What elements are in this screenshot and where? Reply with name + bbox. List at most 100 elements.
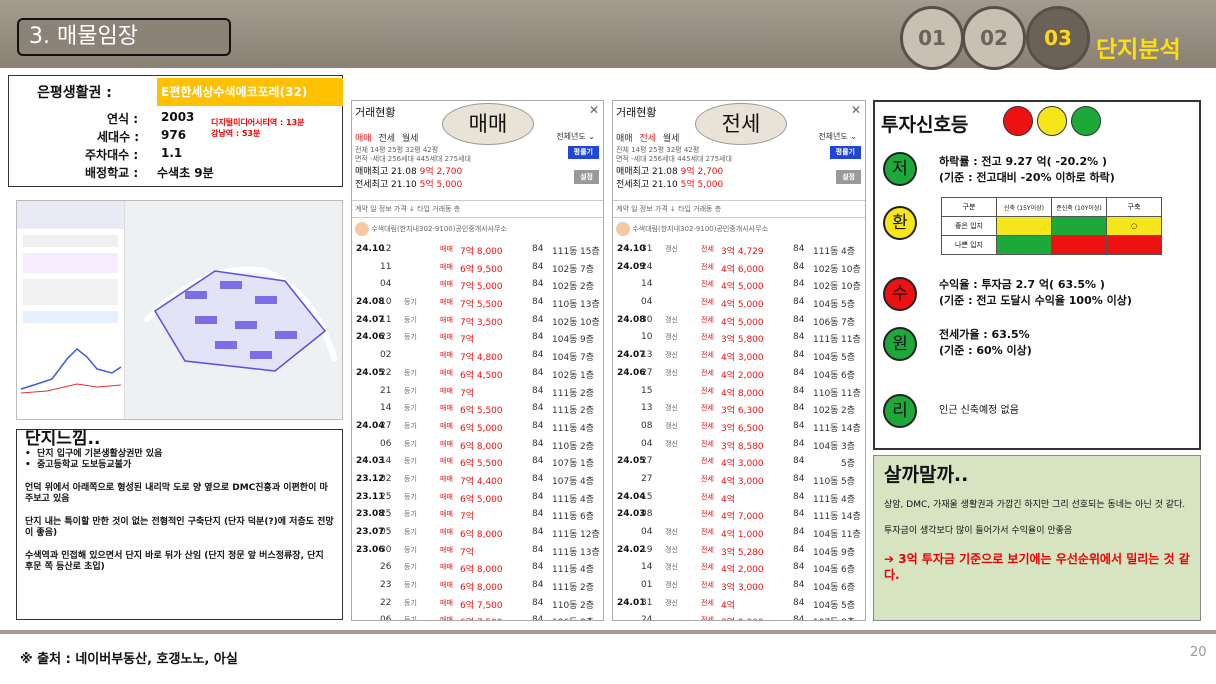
table-row[interactable]: 24.03 14 등기 매매 6억 5,500 84 107동 1층 xyxy=(352,452,603,470)
table-row[interactable]: 06 등기 매매 6억 8,000 84 110동 2층 xyxy=(352,435,603,453)
table-row[interactable]: 23.06 30 등기 매매 7억 84 111동 13층 xyxy=(352,541,603,559)
table-row[interactable]: 24 전세 3억 9,000 84 107동8층 xyxy=(613,611,865,620)
cell-t: 84 xyxy=(532,509,544,520)
table-row[interactable]: 23 등기 매매 6억 8,000 84 111동 2층 xyxy=(352,576,603,594)
table-row[interactable]: 06 등기 매매 6억 7,500 84 106동8층 xyxy=(352,611,603,620)
year-select[interactable]: 전체년도 ⌄ xyxy=(556,131,595,142)
cell-price: 6억 4,500 xyxy=(460,370,503,381)
table-row[interactable]: 10 갱신 전세 3억 5,800 84 111동 11층 xyxy=(613,328,865,346)
cell-type: 매매 xyxy=(440,563,453,572)
cell-t: 84 xyxy=(793,332,805,343)
cell-t: 84 xyxy=(532,580,544,591)
location-grid: 구분 신축 (15Y이상) 준신축 (10Y이상) 구축 좋은 입지 ○ 나쁜 입지 xyxy=(941,197,1162,255)
table-row[interactable]: 24.10 31 갱신 전세 3억 4,729 84 111동 4층 xyxy=(613,240,865,258)
tab-sale[interactable]: 매매 xyxy=(616,134,633,144)
cell-bldg: 111동 xyxy=(552,547,578,558)
table-row[interactable]: 14 등기 매매 6억 5,500 84 111동 2층 xyxy=(352,399,603,417)
cell-t: 84 xyxy=(532,279,544,290)
cell-d: 04 xyxy=(641,297,653,308)
cell-d: 21 xyxy=(380,385,392,396)
cell-d: 14 xyxy=(641,562,653,573)
settings-button[interactable]: 설정 xyxy=(574,170,599,184)
tab-sale[interactable]: 매매 xyxy=(355,134,372,144)
area-filter-button[interactable]: 평롤기 xyxy=(567,146,599,159)
complex-info-box: 은평생활권 : E편한세상수색에코포레(32) 연식 : 2003 세대수 : … xyxy=(8,75,343,187)
year-select[interactable]: 전체년도 ⌄ xyxy=(818,131,857,142)
tab-jeonse[interactable]: 전세 xyxy=(639,134,656,144)
table-row[interactable]: 24.04 27 등기 매매 6억 5,000 84 111동 4층 xyxy=(352,417,603,435)
area-filter[interactable]: 전체 14평 25평 32평 42평 면적 -세대 256세대 445세대 275… xyxy=(352,144,603,166)
cell-bldg: 102동 xyxy=(552,282,578,293)
table-row[interactable]: 24.02 19 갱신 전세 3억 5,280 84 104동 9층 xyxy=(613,541,865,559)
cell-fl: 8층 xyxy=(580,615,594,620)
cell-fl: 7층 xyxy=(580,264,595,275)
cell-type: 전세 xyxy=(701,245,714,253)
table-row[interactable]: 13 갱신 전세 3억 6,300 84 102동 2층 xyxy=(613,399,865,417)
table-row[interactable]: 14 전세 4억 5,000 84 102동 10층 xyxy=(613,275,865,293)
tab-monthly[interactable]: 월세 xyxy=(402,134,419,144)
table-row[interactable]: 08 갱신 전세 3억 6,500 84 111동 14층 xyxy=(613,417,865,435)
table-row[interactable]: 23.11 25 등기 매매 6억 5,000 84 111동 4층 xyxy=(352,488,603,506)
table-row[interactable]: 24.07 13 갱신 전세 4억 3,000 84 104동 5층 xyxy=(613,346,865,364)
cell-bldg: 102동 xyxy=(552,370,578,381)
table-row[interactable]: 24.01 31 갱신 전세 4억 84 104동 5층 xyxy=(613,594,865,612)
cell-tag: 갱신 xyxy=(665,421,678,430)
table-row[interactable]: 04 갱신 전세 3억 8,580 84 104동 3층 xyxy=(613,435,865,453)
close-icon[interactable]: ✕ xyxy=(851,103,861,117)
cell-t: 84 xyxy=(793,580,805,591)
table-row[interactable]: 24.05 22 등기 매매 6억 4,500 84 102동 1층 xyxy=(352,364,603,382)
cell-fl: 6층 xyxy=(841,370,856,381)
map-screenshot xyxy=(16,200,343,420)
table-row[interactable]: 02 매매 7억 4,800 84 104동 7층 xyxy=(352,346,603,364)
table-row[interactable]: 24.06 23 등기 매매 7억 84 104동 9층 xyxy=(352,328,603,346)
close-icon[interactable]: ✕ xyxy=(589,103,599,117)
table-row[interactable]: 22 등기 매매 6억 7,500 84 110동 2층 xyxy=(352,594,603,612)
area-filter-button[interactable]: 평롤기 xyxy=(829,146,861,159)
cell-t: 84 xyxy=(793,403,805,414)
signal-title: 투자신호등 xyxy=(881,114,969,136)
cell-d: 01 xyxy=(641,580,653,591)
cell-fl: 2층 xyxy=(841,406,856,417)
table-row[interactable]: 24.08 30 갱신 전세 4억 5,000 84 106동 7층 xyxy=(613,311,865,329)
cell-price: 7억 xyxy=(460,512,475,523)
tab-jeonse[interactable]: 전세 xyxy=(378,134,395,144)
table-row[interactable]: 26 등기 매매 6억 8,000 84 111동 4층 xyxy=(352,558,603,576)
signal-ratio: 원 xyxy=(883,327,917,361)
table-row[interactable]: 23.08 25 등기 매매 7억 84 111동 6층 xyxy=(352,505,603,523)
table-row[interactable]: 24.10 12 매매 7억 8,000 84 111동 15층 xyxy=(352,240,603,258)
settings-button[interactable]: 설정 xyxy=(836,170,861,184)
table-row[interactable]: 04 매매 7억 5,000 84 102동 2층 xyxy=(352,275,603,293)
sale-transactions-panel: 거래현황 ✕ 매매 매매 전세 월세 전체년도 ⌄ 전체 14평 25평 32평… xyxy=(351,100,604,621)
table-row[interactable]: 24.08 10 등기 매매 7억 5,500 84 110동 13층 xyxy=(352,293,603,311)
signal-return-text: 수익율 : 투자금 2.7 억( 63.5% ) (기준 : 전고 도달시 수익율… xyxy=(939,278,1132,307)
cell-type: 매매 xyxy=(440,280,453,289)
households-label: 세대수 : xyxy=(97,130,140,144)
table-row[interactable]: 14 갱신 전세 4억 2,000 84 104동 6층 xyxy=(613,558,865,576)
table-row[interactable]: 04 갱신 전세 4억 1,000 84 104동 11층 xyxy=(613,523,865,541)
table-row[interactable]: 24.06 27 갱신 전세 4억 2,000 84 104동 6층 xyxy=(613,364,865,382)
signal-low-text: 하락률 : 전고 9.27 억( -20.2% ) (기준 : 전고대비 -20%… xyxy=(939,155,1115,184)
year-value: 2003 xyxy=(161,110,195,124)
area-filter[interactable]: 전체 14평 25평 32평 42평 면적 -세대 256세대 445세대 275… xyxy=(613,144,865,166)
table-row[interactable]: 27 전세 4억 3,000 84 110동 5층 xyxy=(613,470,865,488)
cell-price: 6억 5,500 xyxy=(460,406,503,417)
table-row[interactable]: 24.05 27 전세 4억 3,000 84 5층 xyxy=(613,452,865,470)
cell-price: 6억 5,500 xyxy=(460,459,503,470)
tab-monthly[interactable]: 월세 xyxy=(663,134,680,144)
table-row[interactable]: 15 전세 4억 8,000 84 110동 11층 xyxy=(613,382,865,400)
table-row[interactable]: 04 전세 4억 5,000 84 104동 5층 xyxy=(613,293,865,311)
table-row[interactable]: 23.12 02 등기 매매 7억 4,400 84 107동 4층 xyxy=(352,470,603,488)
feel-bullet: • 중고등학교 도보등교불가 xyxy=(25,460,132,470)
cell-fl: 12층 xyxy=(580,530,600,540)
table-row[interactable]: 24.04 15 전세 4억 84 111동 4층 xyxy=(613,488,865,506)
table-row[interactable]: 24.07 11 등기 매매 7억 3,500 84 102동 10층 xyxy=(352,311,603,329)
table-row[interactable]: 24.09 24 전세 4억 6,000 84 102동 10층 xyxy=(613,258,865,276)
cell-tag: 갱신 xyxy=(665,563,678,572)
table-row[interactable]: 21 등기 매매 7억 84 111동 2층 xyxy=(352,382,603,400)
cell-tag: 등기 xyxy=(404,333,417,342)
table-row[interactable]: 11 매매 6억 9,500 84 102동 7층 xyxy=(352,258,603,276)
table-row[interactable]: 23.07 05 등기 매매 6억 8,000 84 111동 12층 xyxy=(352,523,603,541)
table-row[interactable]: 01 갱신 전세 3억 3,000 84 104동 6층 xyxy=(613,576,865,594)
table-row[interactable]: 24.03 08 전세 4억 7,000 84 111동 14층 xyxy=(613,505,865,523)
buy-conclusion: ➔ 3억 투자금 기준으로 보기에는 우선순위에서 밀리는 것 같다. xyxy=(884,552,1190,582)
